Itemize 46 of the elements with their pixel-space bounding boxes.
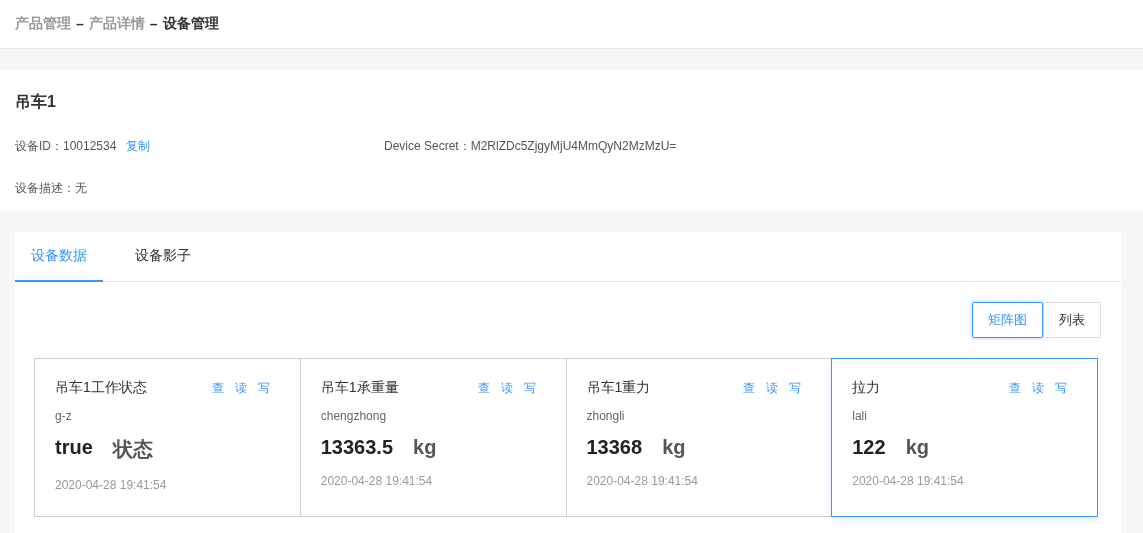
property-title: 吊车1重力 <box>586 379 651 397</box>
action-link[interactable]: 读 <box>766 379 779 397</box>
property-key: lali <box>852 409 1067 423</box>
device-name: 吊车1 <box>15 92 57 112</box>
action-link[interactable]: 写 <box>1055 379 1067 397</box>
property-time: 2020-04-28 19:41:54 <box>852 474 965 488</box>
property-key: chengzhong <box>320 409 536 423</box>
action-link[interactable]: 读 <box>234 379 247 397</box>
property-time: 2020-04-28 19:41:54 <box>586 474 699 488</box>
action-link[interactable]: 查 <box>211 379 224 397</box>
action-link[interactable]: 查 <box>1009 379 1021 397</box>
property-time: 2020-04-28 19:41:54 <box>55 478 168 492</box>
property-unit: kg <box>905 436 929 459</box>
action-link[interactable]: 写 <box>257 379 270 397</box>
device-id: 设备ID：10012534 <box>15 138 117 155</box>
property-unit: kg <box>662 436 686 459</box>
device-secret: Device Secret：M2RlZDc5ZjgyMjU4MmQyN2MzMzU= <box>384 138 677 155</box>
property-value: 13363.5 <box>320 436 394 459</box>
property-value: 122 <box>852 436 886 459</box>
breadcrumb-separator: – <box>76 16 84 32</box>
breadcrumb-item[interactable]: 产品管理 <box>15 15 71 33</box>
property-key: zhongli <box>586 409 802 423</box>
breadcrumb-item[interactable]: 产品详情 <box>88 15 145 33</box>
tab[interactable]: 设备数据 <box>15 232 103 282</box>
device-description: 设备描述：无 <box>15 180 88 197</box>
property-value: true <box>55 436 93 460</box>
action-link[interactable]: 写 <box>523 379 536 397</box>
property-key: g-z <box>55 409 270 423</box>
action-link[interactable]: 读 <box>500 379 513 397</box>
view-toggle-button[interactable]: 列表 <box>1043 302 1101 338</box>
property-value: 13368 <box>586 436 643 459</box>
action-link[interactable]: 读 <box>1032 379 1044 397</box>
action-link[interactable]: 查 <box>477 379 490 397</box>
copy-link[interactable]: 复制 <box>126 138 151 155</box>
property-title: 拉力 <box>852 379 881 397</box>
property-title: 吊车1工作状态 <box>55 379 147 397</box>
view-toggle-button[interactable]: 矩阵图 <box>972 302 1043 338</box>
property-unit: 状态 <box>112 437 153 462</box>
property-title: 吊车1承重量 <box>320 379 399 397</box>
breadcrumb-item: 设备管理 <box>162 15 219 33</box>
property-unit: kg <box>413 436 437 459</box>
breadcrumb-separator: – <box>149 16 158 32</box>
tab[interactable]: 设备影子 <box>119 232 207 282</box>
property-time: 2020-04-28 19:41:54 <box>320 474 434 488</box>
action-link[interactable]: 查 <box>743 379 756 397</box>
action-link[interactable]: 写 <box>789 379 802 397</box>
